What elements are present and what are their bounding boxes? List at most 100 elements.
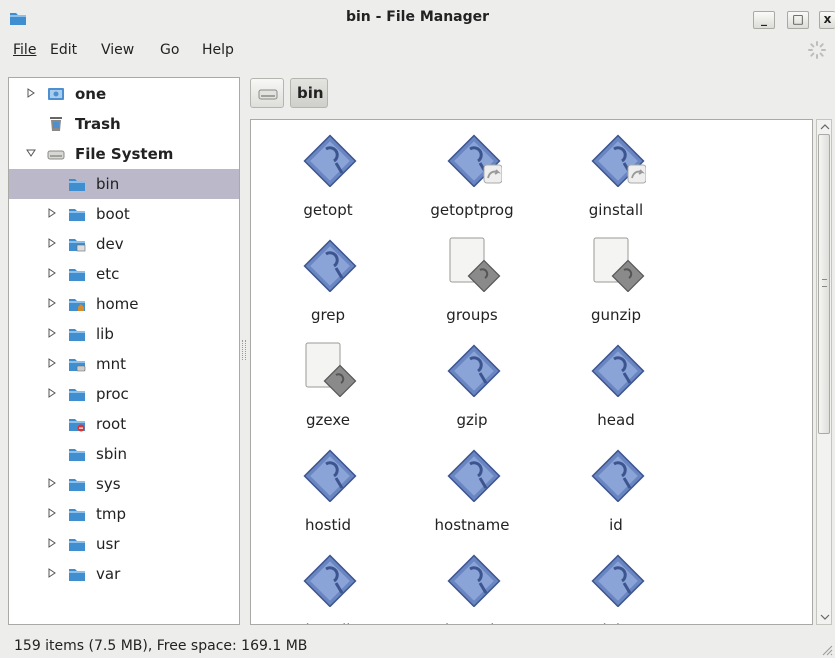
file-item-getopt[interactable]: getopt: [256, 125, 400, 230]
executable-link-icon: [447, 134, 502, 187]
tree-item-usr[interactable]: usr: [9, 529, 239, 559]
menu-bar: File Edit View Go Help: [0, 36, 835, 66]
file-item-ipmask[interactable]: ipmask: [400, 545, 544, 624]
executable-file-icon: [591, 449, 645, 502]
file-item-hostname[interactable]: hostname: [400, 440, 544, 545]
folder-icon: [69, 539, 85, 551]
scroll-down-arrow-icon[interactable]: [820, 612, 830, 622]
scrollbar-thumb[interactable]: [818, 134, 830, 434]
file-item-id[interactable]: id: [544, 440, 688, 545]
side-pane-tree: one Trash File System bin boot dev etc home l…: [8, 77, 240, 625]
tree-item-etc[interactable]: etc: [9, 259, 239, 289]
file-name: gzip: [456, 411, 488, 429]
scroll-up-arrow-icon[interactable]: [820, 122, 830, 132]
tree-item-bin[interactable]: bin: [9, 169, 239, 199]
harddisk-icon: [47, 150, 65, 160]
tree-item-boot[interactable]: boot: [9, 199, 239, 229]
file-name: groups: [446, 306, 498, 324]
file-name: id: [609, 516, 623, 534]
pane-resize-handle[interactable]: [242, 340, 246, 360]
tree-label: sys: [96, 475, 121, 493]
collapse-arrow-icon[interactable]: [26, 148, 36, 158]
file-item-grep[interactable]: grep: [256, 230, 400, 335]
expand-arrow-icon[interactable]: [47, 358, 57, 368]
tree-label-one: one: [75, 85, 107, 103]
expand-arrow-icon[interactable]: [47, 298, 57, 308]
file-item-install[interactable]: install: [256, 545, 400, 624]
expand-arrow-icon[interactable]: [47, 508, 57, 518]
file-item-hostid[interactable]: hostid: [256, 440, 400, 545]
executable-file-icon: [591, 344, 645, 397]
file-name: head: [597, 411, 635, 429]
executable-file-icon: [303, 449, 357, 502]
file-item-getoptprog[interactable]: getoptprog: [400, 125, 544, 230]
executable-file-icon: [303, 134, 357, 187]
executable-link-icon: [591, 134, 646, 187]
expand-arrow-icon[interactable]: [47, 328, 57, 338]
menu-help[interactable]: Help: [202, 42, 234, 58]
path-button-bin[interactable]: bin: [290, 78, 328, 108]
menu-view[interactable]: View: [101, 42, 134, 58]
maximize-button[interactable]: □: [787, 11, 809, 29]
file-item-gzexe[interactable]: gzexe: [256, 335, 400, 440]
tree-item-home[interactable]: home: [9, 289, 239, 319]
path-root-button[interactable]: [250, 78, 284, 108]
file-item-head[interactable]: head: [544, 335, 688, 440]
tree-item-proc[interactable]: proc: [9, 379, 239, 409]
file-name: getopt: [303, 201, 353, 219]
expand-arrow-icon[interactable]: [47, 538, 57, 548]
vertical-scrollbar[interactable]: [816, 119, 832, 625]
expand-arrow-icon[interactable]: [47, 238, 57, 248]
folder-icon: [69, 179, 85, 191]
tree-item-sbin[interactable]: sbin: [9, 439, 239, 469]
tree-label: root: [96, 415, 127, 433]
status-bar: 159 items (7.5 MB), Free space: 169.1 MB: [0, 632, 835, 658]
file-item-gzip[interactable]: gzip: [400, 335, 544, 440]
tree-label: lib: [96, 325, 114, 343]
tree-item-lib[interactable]: lib: [9, 319, 239, 349]
tree-item-one[interactable]: one: [9, 79, 239, 109]
menu-edit[interactable]: Edit: [50, 42, 77, 58]
tree-item-mnt[interactable]: mnt: [9, 349, 239, 379]
harddisk-icon: [258, 89, 278, 100]
tree-label: mnt: [96, 355, 126, 373]
file-name: hostid: [304, 516, 352, 534]
folder-locked-icon: [69, 419, 85, 432]
file-name: ipmask: [400, 621, 544, 624]
tree-item-root[interactable]: root: [9, 409, 239, 439]
expand-arrow-icon[interactable]: [26, 88, 36, 98]
resize-grip-icon[interactable]: [819, 642, 833, 656]
tree-item-tmp[interactable]: tmp: [9, 499, 239, 529]
tree-item-trash[interactable]: Trash: [9, 109, 239, 139]
menu-go[interactable]: Go: [160, 42, 179, 58]
folder-icon: [69, 389, 85, 401]
expand-arrow-icon[interactable]: [47, 268, 57, 278]
tree-item-var[interactable]: var: [9, 559, 239, 589]
folder-icon: [69, 209, 85, 221]
file-name: ginstall: [588, 201, 644, 219]
menu-file[interactable]: File: [13, 42, 36, 58]
file-item-gunzip[interactable]: gunzip: [544, 230, 688, 335]
folder-icon: [69, 449, 85, 461]
folder-mount-icon: [69, 359, 86, 372]
title-bar[interactable]: bin - File Manager _ □ x: [0, 0, 835, 36]
expand-arrow-icon[interactable]: [47, 208, 57, 218]
file-name: hostname: [434, 516, 510, 534]
activity-spinner-icon: [808, 41, 826, 59]
file-icon-view[interactable]: getopt getoptprog ginstall grep groups gunzip…: [250, 119, 813, 625]
file-name: install: [256, 621, 400, 624]
folder-icon: [69, 479, 85, 491]
minimize-button[interactable]: _: [753, 11, 775, 29]
expand-arrow-icon[interactable]: [47, 388, 57, 398]
close-button[interactable]: x: [819, 11, 835, 29]
tree-item-sys[interactable]: sys: [9, 469, 239, 499]
expand-arrow-icon[interactable]: [47, 568, 57, 578]
file-item-ginstall[interactable]: ginstall: [544, 125, 688, 230]
window-title: bin - File Manager: [345, 9, 490, 25]
file-item-groups[interactable]: groups: [400, 230, 544, 335]
expand-arrow-icon[interactable]: [47, 478, 57, 488]
tree-item-dev[interactable]: dev: [9, 229, 239, 259]
file-item-join[interactable]: join: [544, 545, 688, 624]
tree-item-file-system[interactable]: File System: [9, 139, 239, 169]
folder-icon: [69, 269, 85, 281]
